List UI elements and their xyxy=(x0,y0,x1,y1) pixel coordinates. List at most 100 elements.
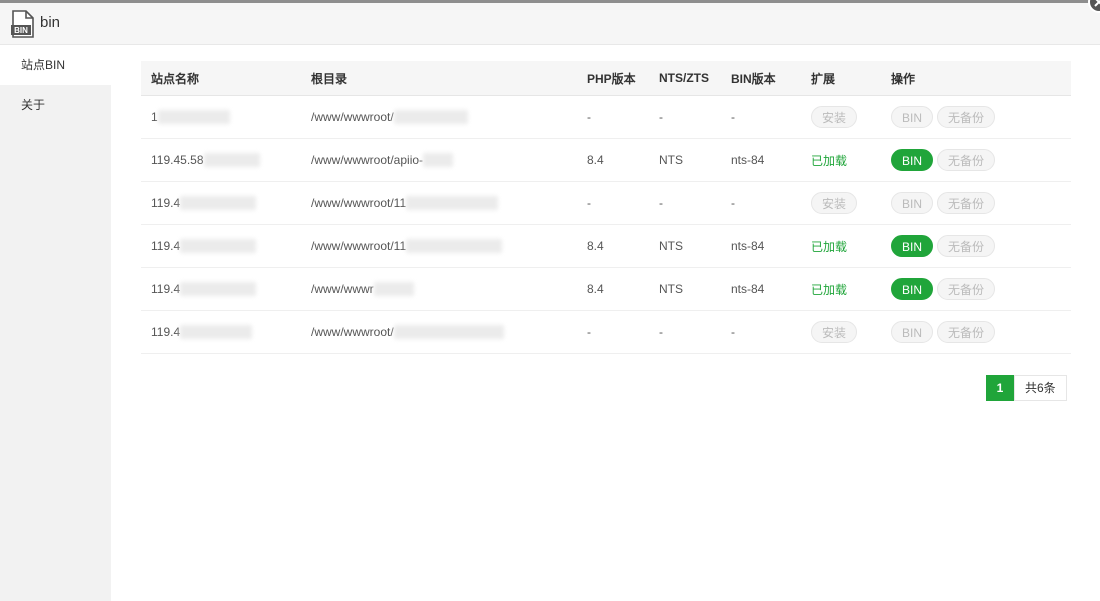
site-name: 119.4 xyxy=(151,324,181,339)
sidebar-item-label: 关于 xyxy=(21,98,46,112)
bin-button[interactable]: BIN xyxy=(891,235,933,257)
table-row: 119.4 /www/wwwroot/11 - - - 安装 BIN 无备份 xyxy=(141,181,1071,225)
nts-cell: - xyxy=(649,95,721,139)
bin-version-cell: nts-84 xyxy=(721,267,801,311)
site-name-cell: 119.4 xyxy=(141,267,301,311)
php-version-cell: 8.4 xyxy=(577,224,649,268)
site-name: 119.45.58 xyxy=(151,152,204,167)
site-name: 119.4 xyxy=(151,238,181,253)
install-button[interactable]: 安装 xyxy=(811,192,857,214)
title-bar: BIN bin xyxy=(0,3,1100,45)
sidebar-item-site-bin[interactable]: 站点BIN xyxy=(0,45,111,85)
extension-cell: 已加载 xyxy=(801,224,881,268)
table-row: 119.4 /www/wwwroot/ - - - 安装 BIN 无备份 xyxy=(141,310,1071,354)
no-backup-button[interactable]: 无备份 xyxy=(937,278,995,300)
no-backup-button[interactable]: 无备份 xyxy=(937,149,995,171)
extension-cell: 已加载 xyxy=(801,267,881,311)
site-name-cell: 119.4 xyxy=(141,310,301,354)
window-title: bin xyxy=(40,14,61,31)
site-name: 1 xyxy=(151,109,158,124)
sidebar-item-about[interactable]: 关于 xyxy=(0,85,111,125)
nts-cell: NTS xyxy=(649,224,721,268)
nts-cell: - xyxy=(649,310,721,354)
bin-file-icon: BIN xyxy=(11,10,35,38)
redacted-text xyxy=(393,325,504,340)
root-path: /www/wwwroot/11 xyxy=(311,238,407,253)
redacted-text xyxy=(180,325,253,340)
redacted-text xyxy=(180,196,257,211)
install-button[interactable]: 安装 xyxy=(811,106,857,128)
bin-button[interactable]: BIN xyxy=(891,192,933,214)
bin-button[interactable]: BIN xyxy=(891,106,933,128)
bin-version-cell: nts-84 xyxy=(721,138,801,182)
table-row: 119.45.58 /www/wwwroot/apiio- 8.4 NTS nt… xyxy=(141,138,1071,182)
bin-button[interactable]: BIN xyxy=(891,321,933,343)
no-backup-button[interactable]: 无备份 xyxy=(937,106,995,128)
table-row: 119.4 /www/wwwroot/11 8.4 NTS nts-84 已加载… xyxy=(141,224,1071,268)
root-path-cell: /www/wwwroot/ xyxy=(301,310,577,354)
extension-cell: 安装 xyxy=(801,181,881,225)
bin-version-cell: nts-84 xyxy=(721,224,801,268)
redacted-text xyxy=(180,239,257,254)
extension-cell: 已加载 xyxy=(801,138,881,182)
php-version-cell: 8.4 xyxy=(577,267,649,311)
site-name-cell: 119.45.58 xyxy=(141,138,301,182)
redacted-text xyxy=(393,110,468,125)
sidebar-item-label: 站点BIN xyxy=(21,58,66,72)
root-path: /www/wwwroot/ xyxy=(311,324,394,339)
extension-cell: 安装 xyxy=(801,95,881,139)
header-nts-zts: NTS/ZTS xyxy=(649,61,721,96)
loaded-status: 已加载 xyxy=(811,239,848,254)
table-row: 119.4 /www/wwwr 8.4 NTS nts-84 已加载 BIN 无备… xyxy=(141,267,1071,311)
site-table: 站点名称 根目录 PHP版本 NTS/ZTS BIN版本 扩展 操作 1 /ww… xyxy=(141,61,1071,354)
sidebar: 站点BIN 关于 xyxy=(0,45,111,601)
header-actions: 操作 xyxy=(881,61,1071,96)
php-version-cell: - xyxy=(577,310,649,354)
redacted-text xyxy=(157,110,230,125)
site-name-cell: 1 xyxy=(141,95,301,139)
root-path: /www/wwwroot/11 xyxy=(311,195,407,210)
no-backup-button[interactable]: 无备份 xyxy=(937,192,995,214)
table-row: 1 /www/wwwroot/ - - - 安装 BIN 无备份 xyxy=(141,95,1071,139)
actions-cell: BIN 无备份 xyxy=(881,267,1071,311)
table-header-row: 站点名称 根目录 PHP版本 NTS/ZTS BIN版本 扩展 操作 xyxy=(141,61,1071,96)
root-path: /www/wwwroot/apiio- xyxy=(311,152,424,167)
bin-button[interactable]: BIN xyxy=(891,278,933,300)
loaded-status: 已加载 xyxy=(811,153,848,168)
redacted-text xyxy=(203,153,260,168)
pagination: 1 共6条 xyxy=(986,375,1067,401)
root-path-cell: /www/wwwroot/11 xyxy=(301,224,577,268)
nts-cell: NTS xyxy=(649,138,721,182)
nts-cell: NTS xyxy=(649,267,721,311)
root-path-cell: /www/wwwroot/11 xyxy=(301,181,577,225)
site-name: 119.4 xyxy=(151,195,181,210)
php-version-cell: - xyxy=(577,181,649,225)
header-root-dir: 根目录 xyxy=(301,61,577,96)
root-path-cell: /www/wwwroot/ xyxy=(301,95,577,139)
root-path: /www/wwwroot/ xyxy=(311,109,394,124)
install-button[interactable]: 安装 xyxy=(811,321,857,343)
actions-cell: BIN 无备份 xyxy=(881,224,1071,268)
nts-cell: - xyxy=(649,181,721,225)
redacted-text xyxy=(406,239,503,254)
no-backup-button[interactable]: 无备份 xyxy=(937,235,995,257)
no-backup-button[interactable]: 无备份 xyxy=(937,321,995,343)
header-bin-version: BIN版本 xyxy=(721,61,801,96)
php-version-cell: 8.4 xyxy=(577,138,649,182)
bin-icon-text: BIN xyxy=(14,26,28,35)
actions-cell: BIN 无备份 xyxy=(881,310,1071,354)
redacted-text xyxy=(373,282,414,297)
root-path-cell: /www/wwwr xyxy=(301,267,577,311)
redacted-text xyxy=(423,153,454,168)
bin-button[interactable]: BIN xyxy=(891,149,933,171)
page-1-button[interactable]: 1 xyxy=(986,375,1014,401)
root-path: /www/wwwr xyxy=(311,281,374,296)
root-path-cell: /www/wwwroot/apiio- xyxy=(301,138,577,182)
bin-version-cell: - xyxy=(721,310,801,354)
site-name: 119.4 xyxy=(151,281,181,296)
redacted-text xyxy=(180,282,257,297)
site-name-cell: 119.4 xyxy=(141,181,301,225)
main-panel: 站点名称 根目录 PHP版本 NTS/ZTS BIN版本 扩展 操作 1 /ww… xyxy=(111,45,1100,601)
header-php-version: PHP版本 xyxy=(577,61,649,96)
redacted-text xyxy=(406,196,499,211)
